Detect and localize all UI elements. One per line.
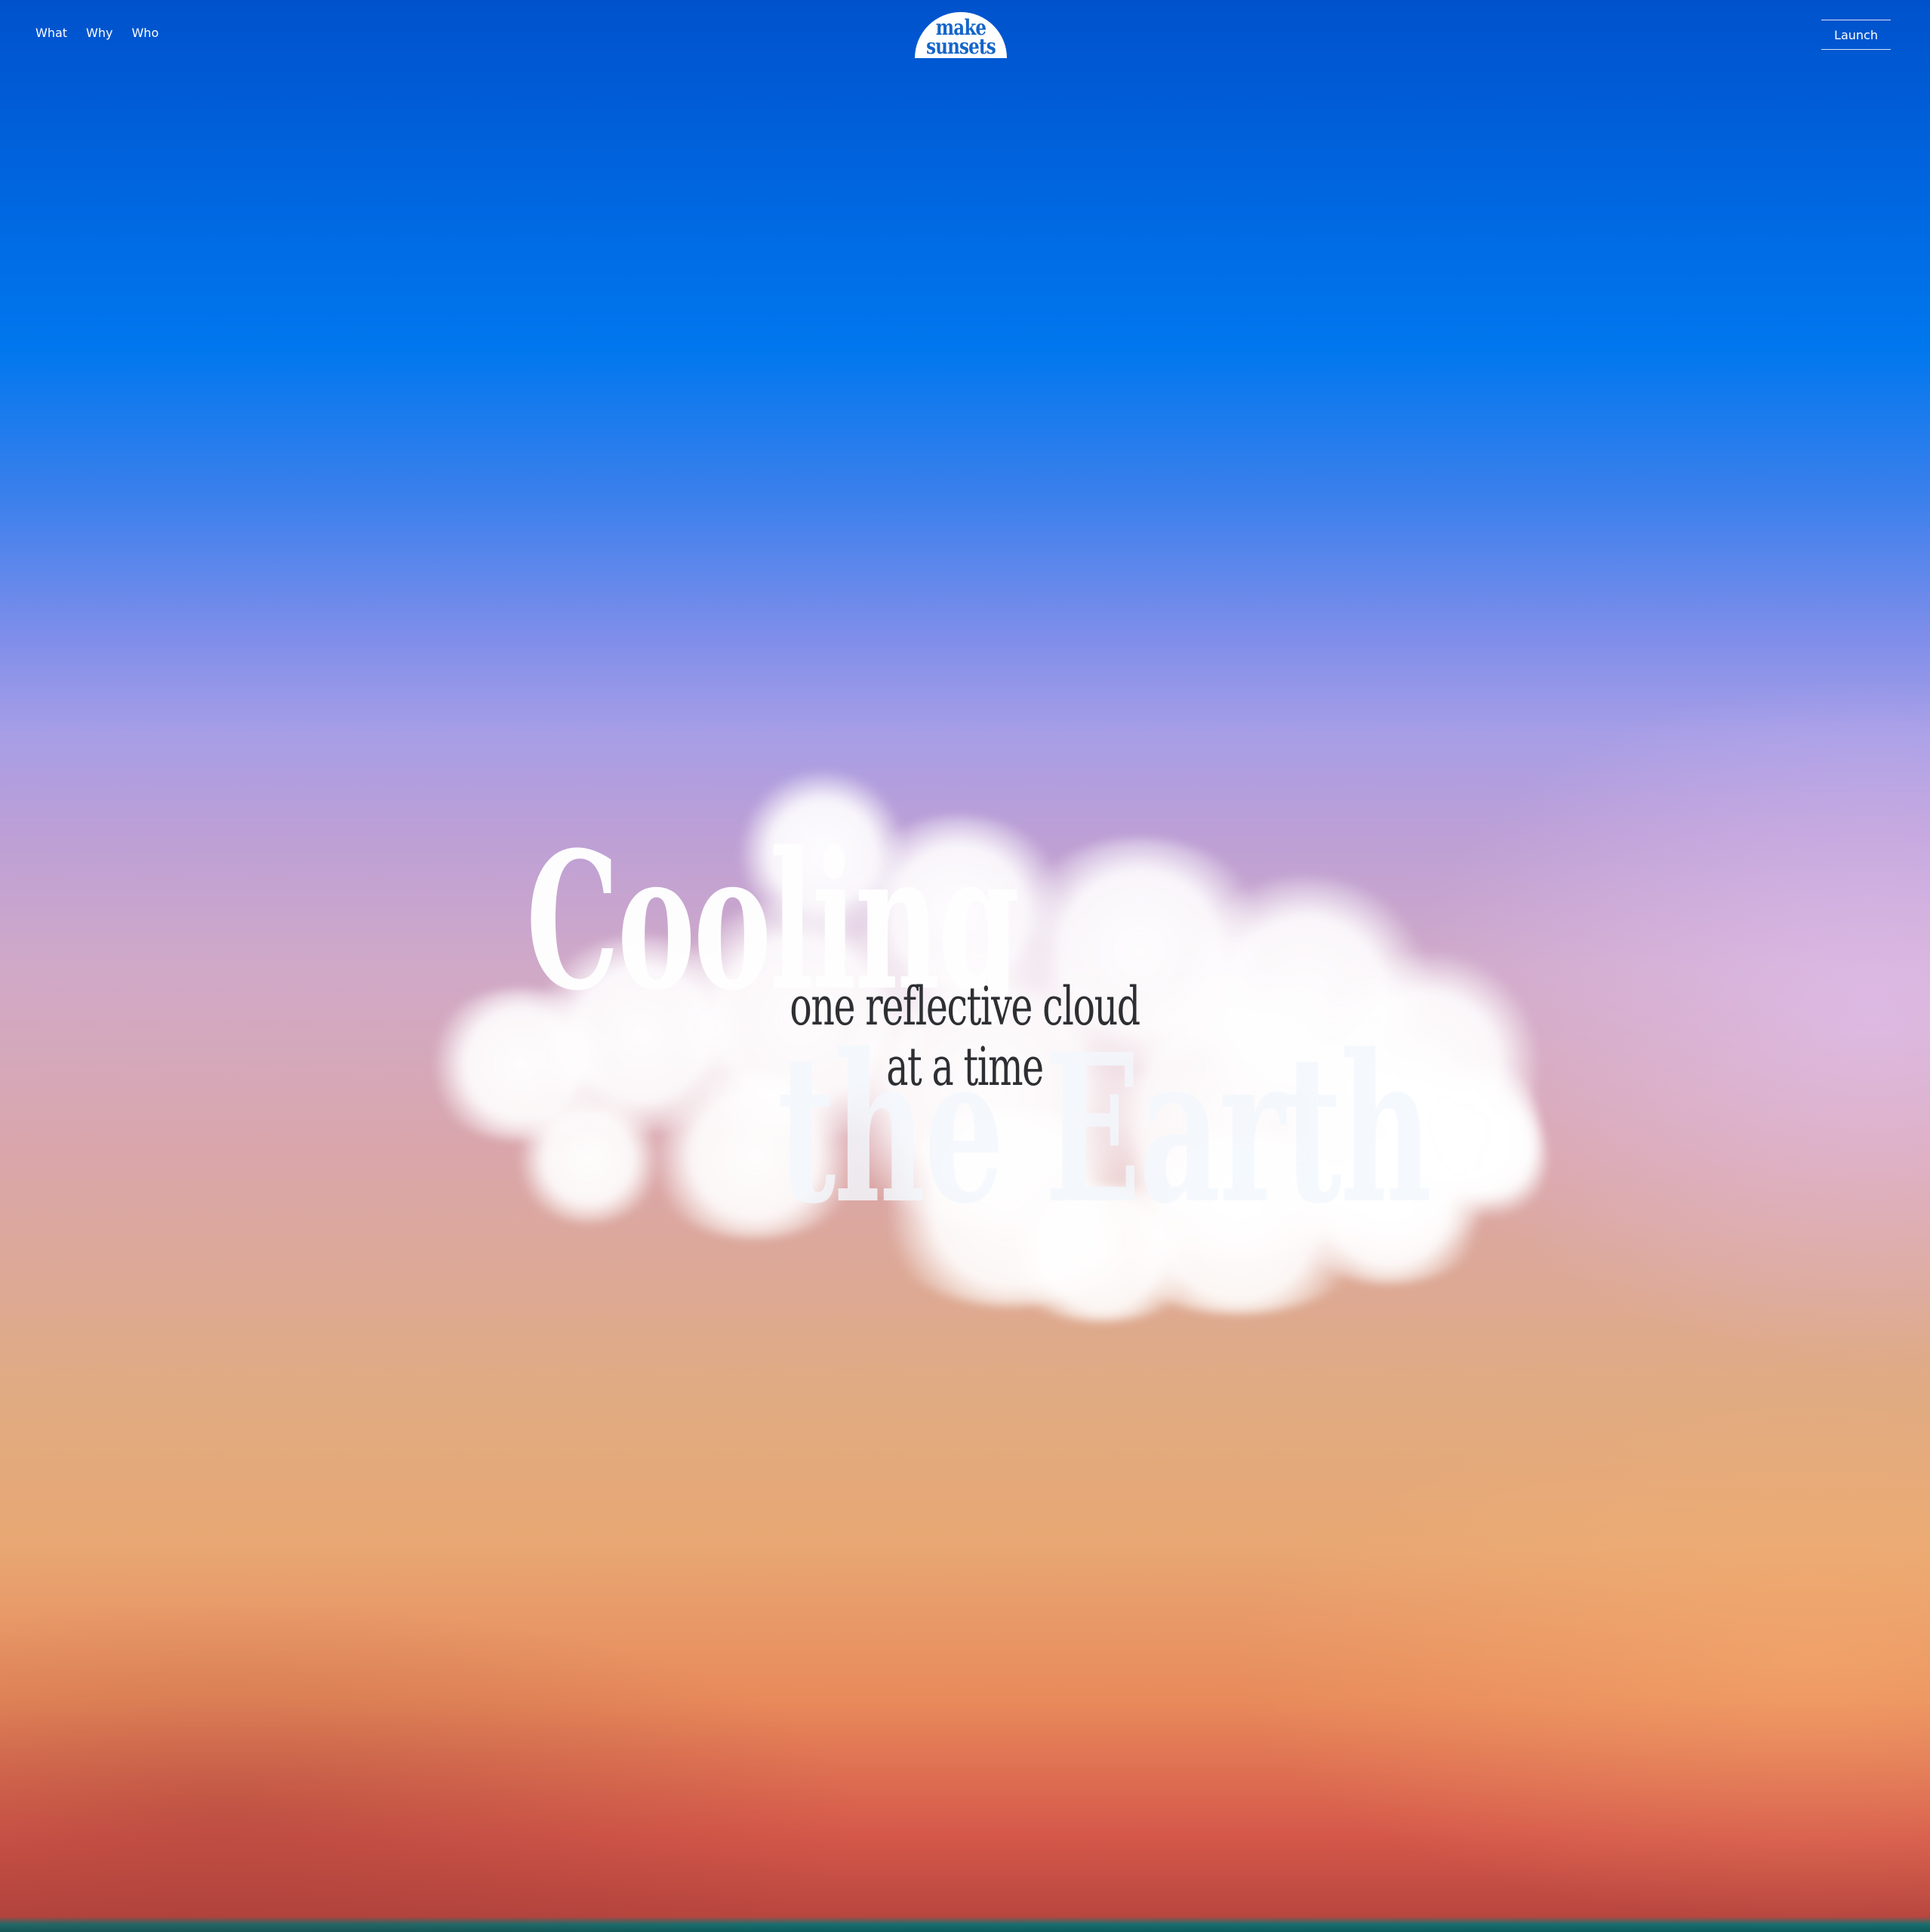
main-nav: What Why Who: [35, 26, 159, 40]
nav-link-what[interactable]: What: [35, 26, 67, 40]
nav-link-who[interactable]: Who: [131, 26, 159, 40]
logo-text-sunsets: sunsets: [926, 34, 996, 58]
tagline-line1: one reflective cloud: [790, 975, 1140, 1037]
make-sunsets-logo[interactable]: make sunsets: [915, 12, 1007, 58]
launch-button[interactable]: Launch: [1821, 20, 1891, 50]
nav-link-why[interactable]: Why: [86, 26, 112, 40]
hero-tagline: one reflective cloud at a time: [780, 976, 1150, 1097]
tagline-line2: at a time: [886, 1036, 1044, 1098]
